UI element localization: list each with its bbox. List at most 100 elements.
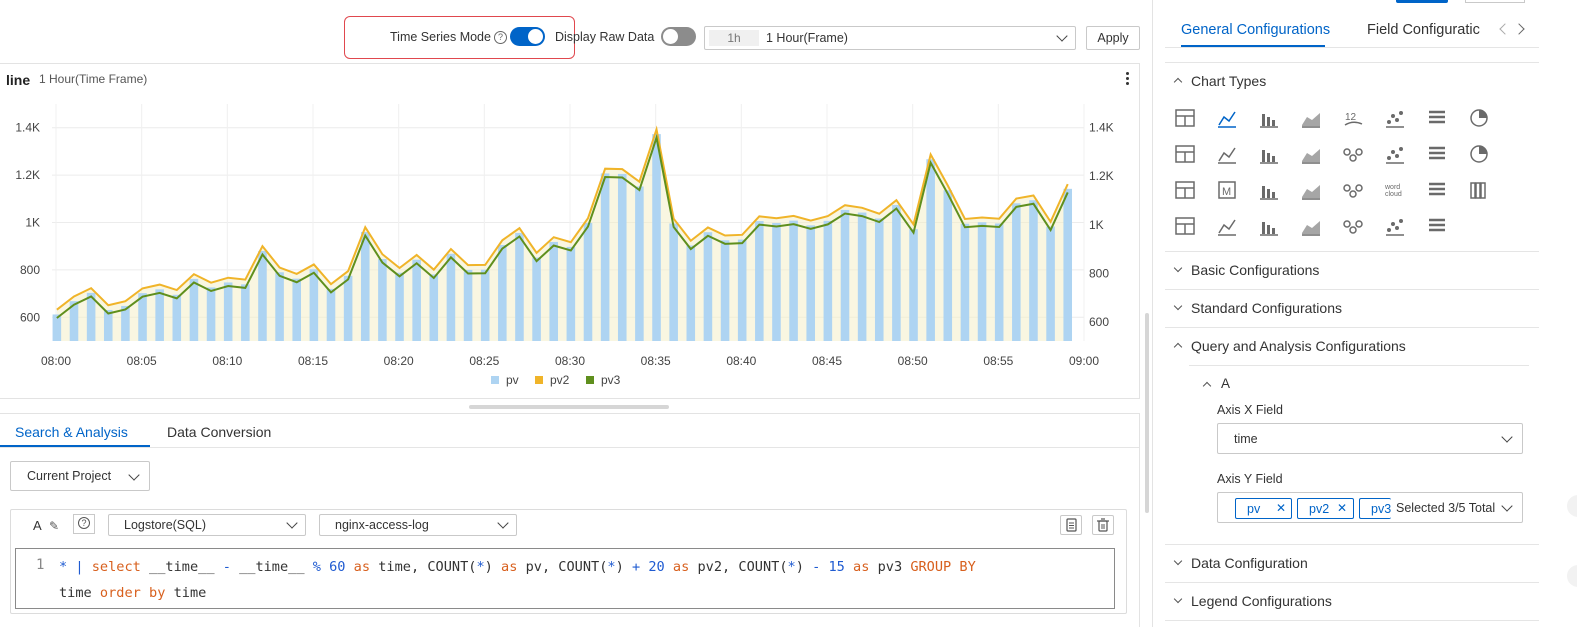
panel-resize-handle[interactable] xyxy=(469,405,669,409)
chart-toolbar: Time Series Mode ? Display Raw Data 1h 1… xyxy=(0,0,1145,60)
copy-button[interactable] xyxy=(1060,515,1082,535)
close-icon[interactable]: ✕ xyxy=(1337,501,1347,515)
area-chart-icon[interactable] xyxy=(1302,113,1320,128)
list-chart-icon[interactable] xyxy=(1260,186,1278,200)
sankey-icon[interactable] xyxy=(1470,182,1486,199)
chevron-right-icon[interactable] xyxy=(1513,23,1525,35)
x-tick-label: 08:00 xyxy=(41,354,71,368)
divider xyxy=(1165,62,1539,63)
pv-bar xyxy=(703,232,713,341)
pv-bar xyxy=(498,245,507,341)
grid-table-icon[interactable] xyxy=(1260,150,1278,164)
pie-chart-icon[interactable] xyxy=(1470,109,1488,127)
histogram-icon[interactable] xyxy=(1175,145,1195,163)
axis-y-select[interactable]: pv ✕ pv2 ✕ pv3 Selected 3/5 Total xyxy=(1217,492,1523,523)
more-vertical-icon[interactable] xyxy=(1124,72,1130,86)
axis-x-label: Axis X Field xyxy=(1217,403,1283,417)
pv-bar xyxy=(378,258,387,341)
tab-data-conversion[interactable]: Data Conversion xyxy=(167,424,271,440)
cloud-chart-icon[interactable] xyxy=(1218,219,1236,236)
tab-divider xyxy=(0,447,1139,448)
question-circle-icon[interactable]: ? xyxy=(494,31,507,44)
axis-x-select[interactable]: time xyxy=(1217,423,1523,454)
pv-bar xyxy=(515,232,524,341)
delete-button[interactable] xyxy=(1092,515,1114,535)
table-chart-icon[interactable] xyxy=(1175,109,1195,127)
active-tab-underline xyxy=(1181,45,1325,47)
floating-edge-button[interactable] xyxy=(1567,495,1577,517)
y-left-tick-label: 1.2K xyxy=(15,168,40,182)
pv-bar xyxy=(1012,203,1021,341)
image-icon[interactable] xyxy=(1175,181,1195,199)
map-marker-icon[interactable] xyxy=(1175,217,1195,235)
time-range-select[interactable]: 1h 1 Hour(Frame) xyxy=(704,26,1076,50)
x-tick-label: 08:25 xyxy=(469,354,499,368)
time-series-mode-toggle[interactable] xyxy=(510,27,545,46)
logstore-select[interactable]: nginx-access-log xyxy=(319,514,517,536)
tree-table-icon[interactable] xyxy=(1386,147,1404,164)
section-legend-configurations[interactable]: Legend Configurations xyxy=(1165,582,1539,620)
markdown-icon[interactable]: M xyxy=(1218,181,1236,199)
query-editor: A ✎ ? Logstore(SQL) nginx-access-log 1 *… xyxy=(10,509,1127,614)
location-pin-icon[interactable] xyxy=(1260,222,1278,236)
section-data-configuration[interactable]: Data Configuration xyxy=(1165,544,1539,582)
edit-pen-icon[interactable]: ✎ xyxy=(49,519,59,533)
candlestick-icon[interactable] xyxy=(1302,185,1320,200)
topology-icon[interactable] xyxy=(1429,182,1445,196)
project-select[interactable]: Current Project xyxy=(10,461,150,491)
chevron-left-icon[interactable] xyxy=(1499,23,1511,35)
pv-bar xyxy=(823,220,833,341)
column-chart-icon[interactable] xyxy=(1260,114,1278,128)
tag-label: pv xyxy=(1247,502,1261,516)
floating-edge-button[interactable] xyxy=(1567,565,1577,587)
help-button[interactable]: ? xyxy=(73,514,95,534)
funnel-icon[interactable] xyxy=(1386,219,1404,236)
editor-toolbar: A ✎ ? Logstore(SQL) nginx-access-log xyxy=(11,510,1126,542)
section-standard-configurations[interactable]: Standard Configurations xyxy=(1165,289,1539,327)
vertical-scrollbar[interactable] xyxy=(1145,313,1149,513)
tab-search-analysis[interactable]: Search & Analysis xyxy=(15,424,128,440)
x-tick-label: 08:10 xyxy=(212,354,242,368)
legend-label: pv2 xyxy=(550,373,570,387)
pv-bar xyxy=(755,221,764,341)
pv-bar xyxy=(343,275,353,341)
scatter-chart-icon[interactable] xyxy=(1386,111,1404,128)
apply-button[interactable]: Apply xyxy=(1086,26,1140,50)
section-chart-types[interactable]: Chart Types xyxy=(1165,62,1539,100)
single-value-icon[interactable]: 12 xyxy=(1344,112,1363,126)
chart-type-icon-grid: 12 M wordcloud xyxy=(1175,109,1488,236)
bubble-chart-icon[interactable] xyxy=(1302,149,1320,164)
word-cloud-icon[interactable]: wordcloud xyxy=(1384,184,1402,198)
tab-field-configurations[interactable]: Field Configuratic xyxy=(1367,22,1485,38)
pv-bar xyxy=(892,204,901,341)
pv-bar xyxy=(241,284,250,341)
chevron-up-icon[interactable] xyxy=(1202,381,1212,391)
section-basic-configurations[interactable]: Basic Configurations xyxy=(1165,251,1539,289)
code-line-1: * | select __time__ - __time__ % 60 as t… xyxy=(59,559,976,575)
pv-bar xyxy=(258,250,267,341)
line-chart-icon[interactable] xyxy=(1218,111,1236,128)
x-tick-label: 08:55 xyxy=(983,354,1013,368)
display-raw-data-toggle[interactable] xyxy=(661,27,696,46)
copy-icon xyxy=(1066,518,1077,532)
close-icon[interactable]: ✕ xyxy=(1276,501,1286,515)
cross-table-icon[interactable] xyxy=(1343,148,1363,162)
store-type-select[interactable]: Logstore(SQL) xyxy=(108,514,306,536)
tab-general-configurations[interactable]: General Configurations xyxy=(1181,22,1330,38)
section-query-analysis-configurations[interactable]: Query and Analysis Configurations xyxy=(1165,327,1539,365)
histogram-line-icon[interactable] xyxy=(1343,220,1363,234)
pv-bar xyxy=(720,240,730,341)
pv-bar xyxy=(103,309,113,341)
pv-bar xyxy=(360,231,370,341)
world-map-icon[interactable] xyxy=(1470,145,1488,163)
bar-chart-icon[interactable] xyxy=(1429,110,1445,124)
radar-chart-icon[interactable] xyxy=(1218,147,1236,164)
sql-code-input[interactable]: 1 * | select __time__ - __time__ % 60 as… xyxy=(15,548,1115,609)
pv-bar xyxy=(463,269,473,341)
treemap-icon[interactable] xyxy=(1302,221,1320,236)
project-select-value: Current Project xyxy=(27,469,112,483)
flow-chart-icon[interactable] xyxy=(1343,184,1363,198)
legend-label: pv xyxy=(506,373,519,387)
china-map-icon[interactable] xyxy=(1429,146,1445,160)
stat-table-icon[interactable] xyxy=(1429,218,1445,232)
